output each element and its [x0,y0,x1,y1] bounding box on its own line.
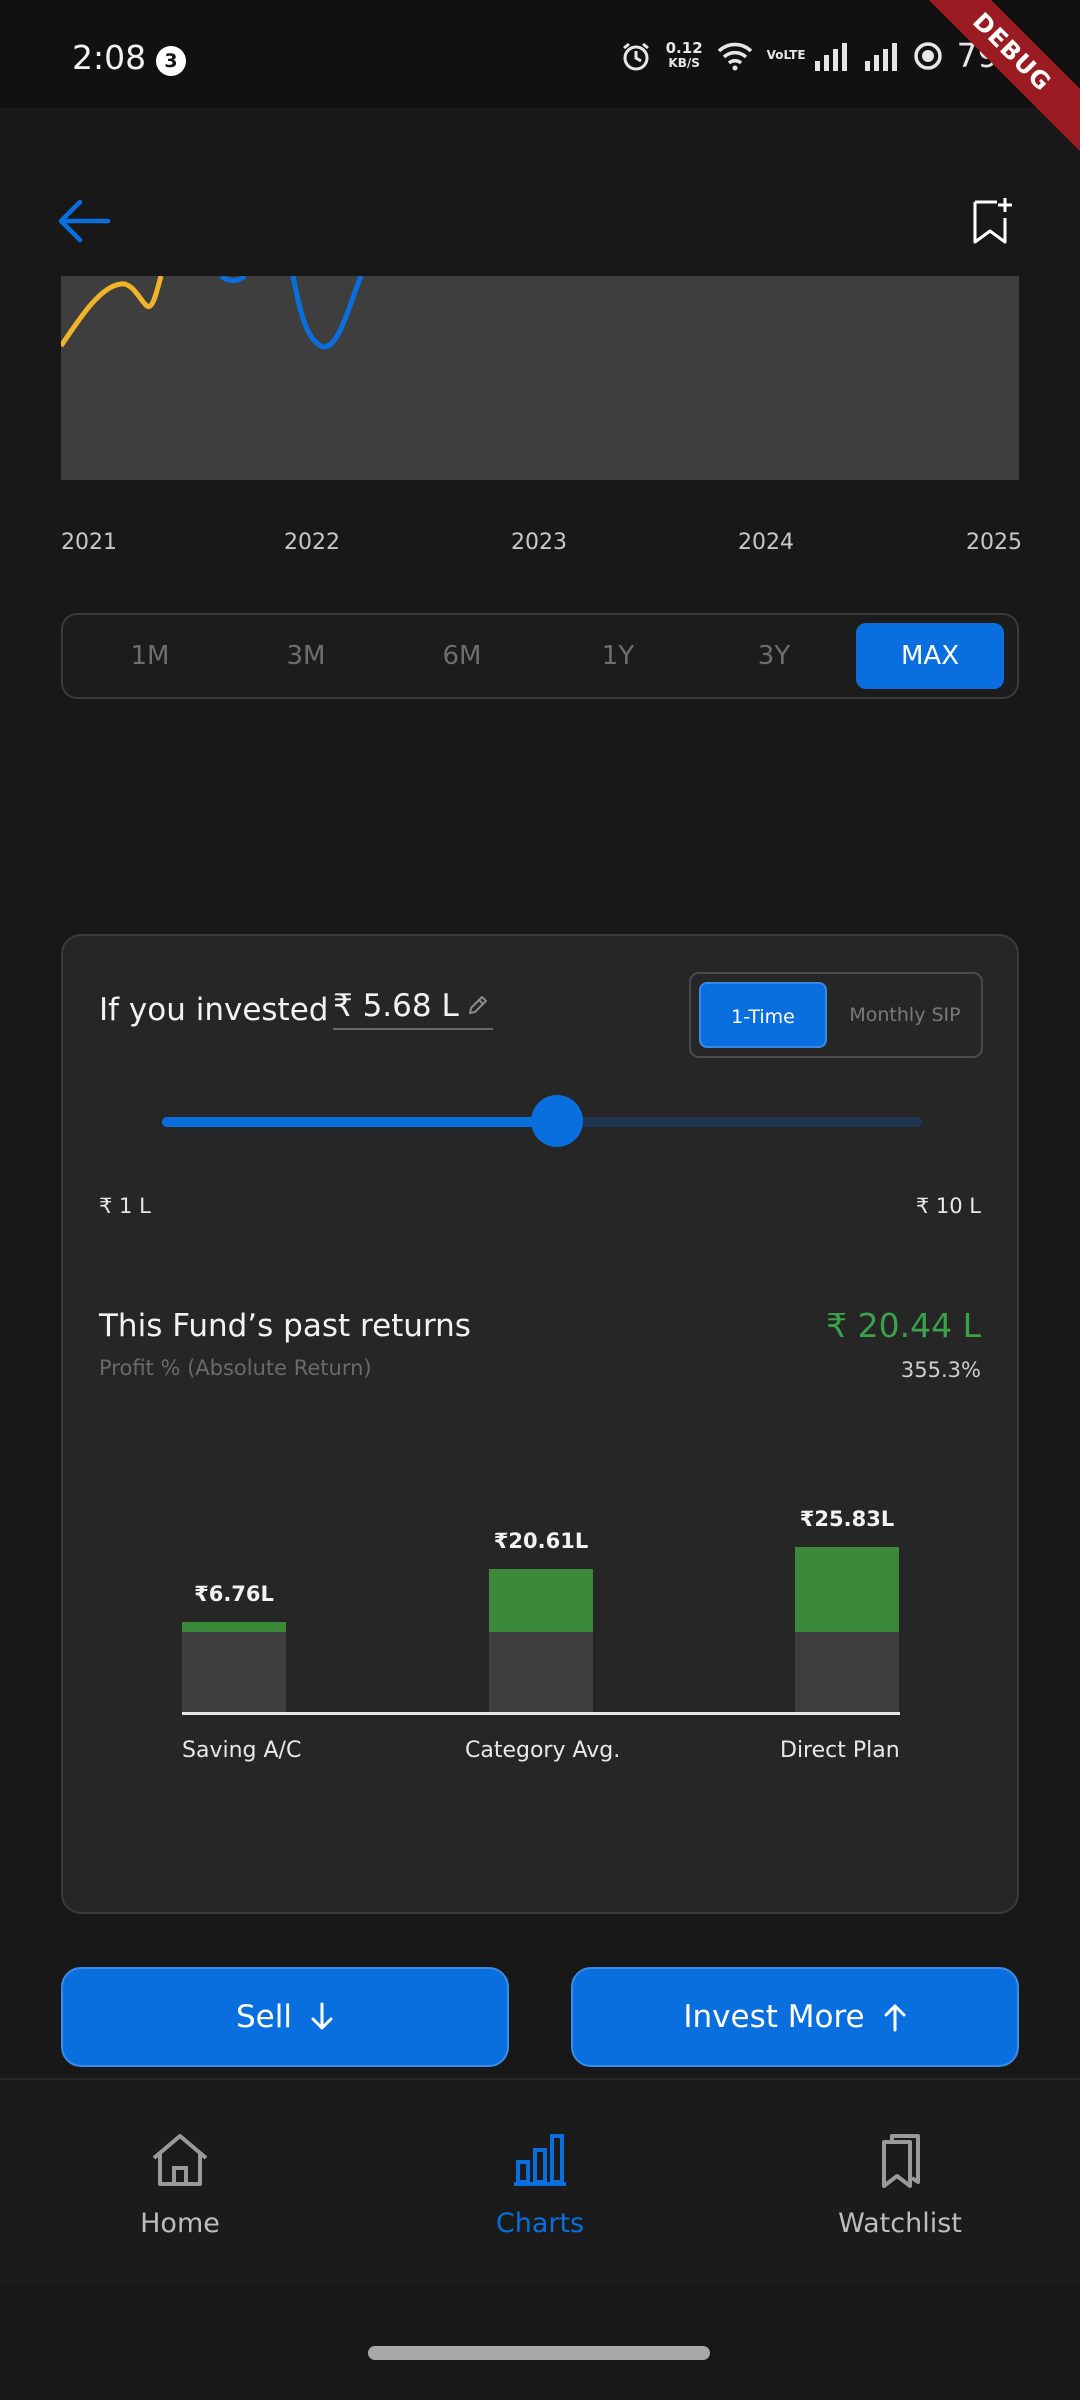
bar-value-label: ₹25.83L [799,1506,895,1531]
nav-label-charts: Charts [495,2208,585,2239]
volte-indicator: VoLTE [766,48,806,62]
range-max-button[interactable]: MAX [856,623,1004,689]
invest-label: If you invested [99,992,329,1028]
bar-gain [182,1622,286,1632]
bar-gain [489,1568,593,1632]
status-icons: 0.12 KB/S VoLTE 79% [620,36,1030,75]
alarm-icon [622,42,649,70]
signal-icon [814,42,847,71]
bookmarks-icon [882,2134,920,2188]
invest-amount-field[interactable]: ₹ 5.68 L [333,986,493,1030]
arrow-down-icon [311,2002,333,2030]
home-icon [152,2134,208,2186]
slider-fill [162,1117,558,1127]
returns-subtitle: Profit % (Absolute Return) [99,1356,372,1380]
bar-chart-icon [514,2134,566,2186]
x-axis-year: 2024 [738,530,794,555]
sell-button[interactable]: Sell [61,1967,509,2067]
investment-slider[interactable] [162,1095,922,1147]
range-3m-button[interactable]: 3M [232,623,380,689]
nav-label-watchlist: Watchlist [838,2208,962,2239]
sell-button-label: Sell [236,1999,292,2035]
slider-min-label: ₹ 1 L [99,1194,151,1218]
returns-comparison-chart: ₹6.76L Saving A/C ₹20.61L Category Avg. ₹25.… [63,1476,1021,1776]
slider-thumb[interactable] [531,1095,584,1147]
bar-value-label: ₹20.61L [493,1528,589,1553]
range-1y-button[interactable]: 1Y [544,623,692,689]
bar-gain [795,1546,899,1632]
range-1m-button[interactable]: 1M [76,623,224,689]
bar-invested [489,1632,593,1712]
x-axis-year: 2021 [61,530,117,555]
x-axis-year: 2022 [284,530,340,555]
back-arrow-icon[interactable] [56,196,112,246]
invest-more-button-label: Invest More [683,1999,865,2035]
returns-percentage: 355.3% [900,1358,981,1382]
network-speed-value: 0.12 [665,38,703,57]
network-speed: 0.12 KB/S [665,38,703,71]
invest-amount-value: ₹ 5.68 L [333,988,459,1024]
status-time: 2:08 [72,38,147,77]
bottom-navigation: Home Charts Watchlist [0,2078,1080,2286]
network-speed-unit: KB/S [668,55,700,70]
slider-max-label: ₹ 10 L [915,1194,981,1218]
wifi-icon [717,42,752,70]
bar-value-label: ₹6.76L [194,1582,274,1606]
nav-line-chart[interactable] [61,276,1019,480]
benchmark-line [61,276,164,348]
fund-line [219,276,364,350]
one-time-button[interactable]: 1-Time [699,982,827,1048]
gesture-area [0,2286,1080,2400]
invest-more-button[interactable]: Invest More [571,1967,1019,2067]
range-3y-button[interactable]: 3Y [700,623,848,689]
nav-item-watchlist[interactable]: Watchlist [790,2132,1010,2239]
monthly-sip-button[interactable]: Monthly SIP [835,982,975,1048]
returns-title: This Fund’s past returns [99,1308,471,1344]
bar-chart-axis [182,1712,900,1715]
returns-calculator-card: If you invested ₹ 5.68 L 1-Time Monthly … [61,934,1019,1914]
x-axis-year: 2025 [966,530,1022,555]
investment-mode-toggle: 1-Time Monthly SIP [689,972,983,1058]
range-6m-button[interactable]: 6M [388,623,536,689]
bar-category-label: Category Avg. [465,1738,621,1763]
edit-pencil-icon[interactable] [467,994,489,1016]
bar-invested [795,1632,899,1712]
bar-category-label: Direct Plan [780,1738,900,1763]
x-axis-year: 2023 [511,530,567,555]
nav-item-charts[interactable]: Charts [430,2132,650,2239]
returns-value: ₹ 20.44 L [826,1306,981,1345]
status-bar: 2:08 3 0.12 KB/S VoLTE 79% DEBUG [0,0,1080,160]
battery-saver-icon [913,41,942,70]
signal-icon-2 [864,42,897,71]
bar-category-label: Saving A/C [182,1738,302,1763]
notification-count-badge: 3 [156,46,186,76]
time-range-selector: 1M 3M 6M 1Y 3Y MAX [61,613,1019,699]
debug-banner: DEBUG [904,0,1080,160]
add-to-watchlist-icon[interactable] [972,196,1014,246]
nav-item-home[interactable]: Home [70,2132,290,2239]
arrow-up-icon [884,2004,906,2032]
bar-invested [182,1632,286,1712]
home-gesture-bar[interactable] [368,2346,710,2360]
nav-label-home: Home [140,2208,220,2239]
